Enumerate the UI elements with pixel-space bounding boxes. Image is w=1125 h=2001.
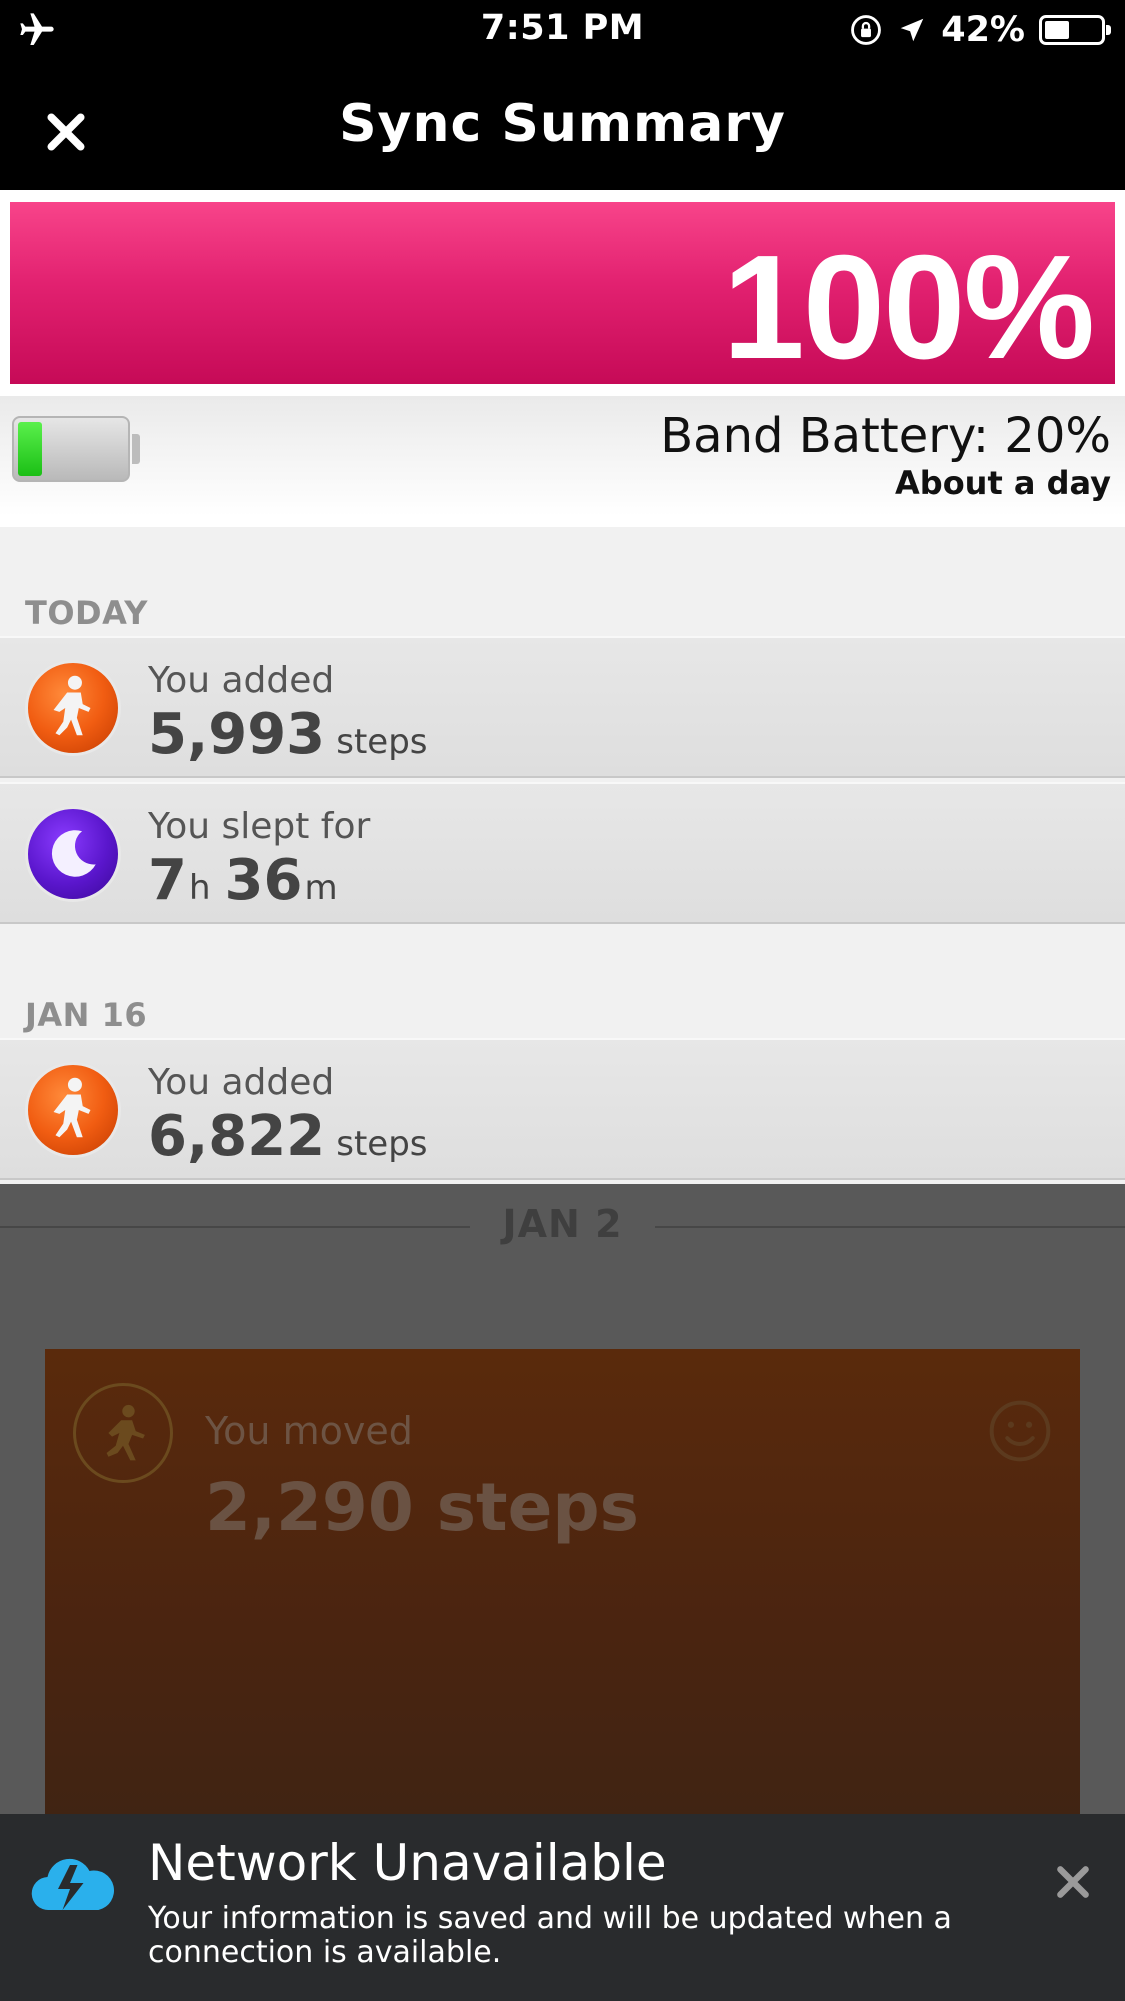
band-battery-label: Band Battery: 20% [660, 408, 1111, 464]
steps-unit: steps [336, 1124, 428, 1164]
walking-figure-icon [25, 1062, 121, 1158]
running-figure-icon [73, 1383, 173, 1483]
steps-value: 5,993 [148, 702, 326, 767]
feed-date-label: JAN 2 [502, 1202, 623, 1246]
list-item-steps-today[interactable]: You added 5,993 steps [0, 636, 1125, 778]
sleep-hours: 7 [148, 848, 187, 913]
date-divider: JAN 2 [0, 1202, 1125, 1246]
row-label: You slept for [148, 806, 371, 847]
section-header-jan16: JAN 16 [25, 996, 148, 1034]
list-item-steps-jan16[interactable]: You added 6,822 steps [0, 1038, 1125, 1180]
row-label: You added [148, 660, 335, 701]
section-header-today: TODAY [25, 594, 148, 632]
status-bar: 7:51 PM 42% [0, 0, 1125, 62]
band-battery-row: Band Battery: 20% About a day [0, 396, 1125, 516]
row-label: You added [148, 1062, 335, 1103]
network-unavailable-toast: Network Unavailable Your information is … [0, 1814, 1125, 2001]
feed-steps-value: 2,290 steps [205, 1469, 639, 1546]
moon-icon [25, 806, 121, 902]
band-battery-estimate: About a day [895, 463, 1111, 502]
battery-icon [1039, 15, 1111, 45]
background-feed-overlay: JAN 2 You moved 2,290 steps [0, 1184, 1125, 1819]
sync-progress-label: 100% [722, 225, 1095, 390]
toast-message: Your information is saved and will be up… [148, 1901, 952, 1970]
steps-value: 6,822 [148, 1104, 326, 1169]
close-icon [1057, 1866, 1089, 1898]
band-battery-icon [12, 416, 140, 482]
sleep-minutes-unit: m [304, 868, 338, 908]
sync-status-card: 100% Band Battery: 20% About a day [0, 190, 1125, 527]
sync-progress-bar: 100% [10, 202, 1115, 384]
walking-figure-icon [25, 660, 121, 756]
steps-unit: steps [336, 722, 428, 762]
toast-title: Network Unavailable [148, 1834, 667, 1892]
sleep-minutes: 36 [224, 848, 303, 913]
nav-bar: Sync Summary [0, 62, 1125, 190]
smiley-icon [989, 1400, 1051, 1462]
toast-close-button[interactable] [1045, 1854, 1101, 1910]
cloud-lightning-icon [31, 1858, 115, 1911]
sleep-hours-unit: h [188, 868, 211, 908]
page-title: Sync Summary [339, 94, 786, 154]
feed-activity-card: You moved 2,290 steps [45, 1349, 1080, 1819]
battery-percent: 42% [941, 10, 1025, 50]
location-arrow-icon [900, 18, 924, 42]
feed-moved-label: You moved [205, 1409, 413, 1453]
rotation-lock-icon [851, 15, 882, 45]
list-item-sleep-today[interactable]: You slept for 7h 36m [0, 782, 1125, 924]
